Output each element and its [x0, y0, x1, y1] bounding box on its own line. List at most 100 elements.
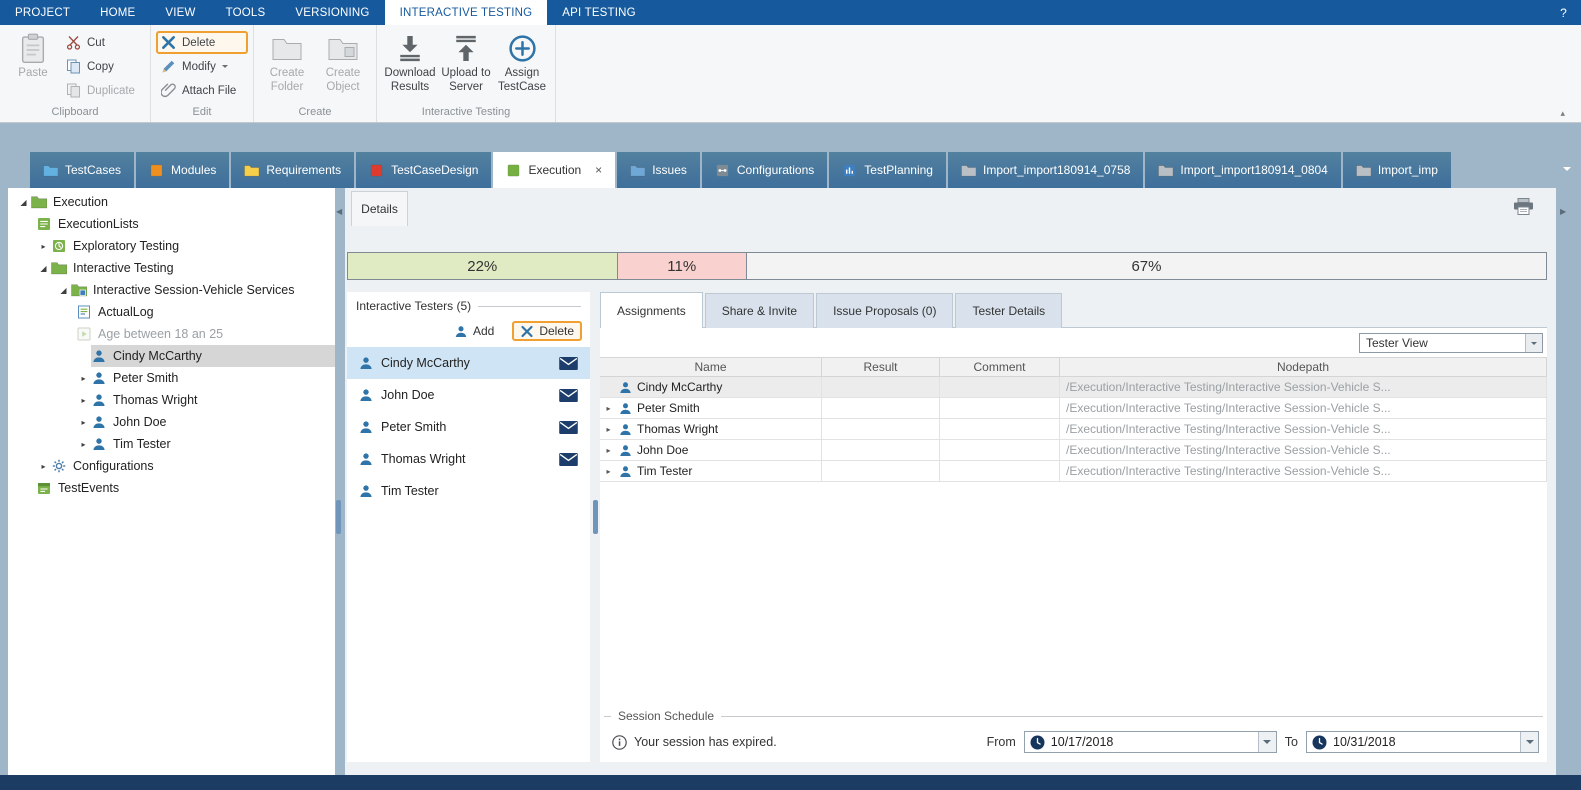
- tab-details[interactable]: Details: [351, 191, 408, 226]
- column-header-nodepath[interactable]: Nodepath: [1060, 358, 1547, 376]
- tree-item-tim-tester[interactable]: ▸Tim Tester: [8, 433, 335, 455]
- tree-item-label: ActualLog: [98, 305, 154, 319]
- copy-button[interactable]: Copy: [61, 55, 145, 78]
- assignment-row-john-doe[interactable]: ▸John Doe/Execution/Interactive Testing/…: [600, 440, 1547, 461]
- document-tab-testplanning[interactable]: TestPlanning: [829, 152, 946, 188]
- document-tab-modules[interactable]: Modules: [136, 152, 229, 188]
- chevron-down-icon[interactable]: [1520, 732, 1538, 752]
- assignment-row-cindy-mccarthy[interactable]: Cindy McCarthy/Execution/Interactive Tes…: [600, 377, 1547, 398]
- ribbon-collapse-icon[interactable]: ▴: [1560, 108, 1565, 119]
- tab-close-icon[interactable]: ×: [595, 163, 602, 177]
- nodepath-cell: /Execution/Interactive Testing/Interacti…: [1060, 377, 1546, 398]
- tree-collapsed-arrow-icon[interactable]: ▸: [76, 374, 91, 383]
- column-header-comment[interactable]: Comment: [940, 358, 1060, 376]
- row-expand-arrow-icon[interactable]: ▸: [603, 404, 614, 413]
- menu-item-project[interactable]: PROJECT: [0, 0, 85, 25]
- assignment-row-peter-smith[interactable]: ▸Peter Smith/Execution/Interactive Testi…: [600, 398, 1547, 419]
- tree-expanded-arrow-icon[interactable]: ◢: [36, 264, 51, 273]
- square-tab-icon: [506, 164, 521, 177]
- clock-icon: [1030, 735, 1045, 750]
- tree-item-peter-smith[interactable]: ▸Peter Smith: [8, 367, 335, 389]
- attach-file-button[interactable]: Attach File: [156, 79, 248, 102]
- print-button[interactable]: [1513, 198, 1534, 215]
- menu-item-versioning[interactable]: VERSIONING: [280, 0, 384, 25]
- modify-button[interactable]: Modify: [156, 55, 248, 78]
- tester-item-thomas-wright[interactable]: Thomas Wright: [347, 443, 590, 475]
- document-tab-issues[interactable]: Issues: [617, 152, 700, 188]
- panel-tab-issue-proposals-0[interactable]: Issue Proposals (0): [816, 293, 953, 328]
- help-button[interactable]: ?: [1546, 0, 1581, 25]
- panel-tab-tester-details[interactable]: Tester Details: [955, 293, 1062, 328]
- tree-item-exploratory-testing[interactable]: ▸Exploratory Testing: [8, 235, 335, 257]
- duplicate-button[interactable]: Duplicate: [61, 79, 145, 102]
- paste-button[interactable]: Paste: [5, 28, 61, 81]
- create-object-button[interactable]: Create Object: [315, 28, 371, 95]
- tree-item-label: ExecutionLists: [58, 217, 139, 231]
- column-header-name[interactable]: Name: [600, 358, 822, 376]
- tree-item-john-doe[interactable]: ▸John Doe: [8, 411, 335, 433]
- tree-collapsed-arrow-icon[interactable]: ▸: [76, 418, 91, 427]
- assign-testcase-button[interactable]: Assign TestCase: [494, 28, 550, 95]
- scroll-left-icon[interactable]: ◀: [336, 207, 342, 216]
- chevron-down-icon[interactable]: [1525, 334, 1542, 352]
- delete-tester-button[interactable]: Delete: [512, 321, 582, 341]
- cut-button[interactable]: Cut: [61, 31, 145, 54]
- tester-item-cindy-mccarthy[interactable]: Cindy McCarthy: [347, 347, 590, 379]
- document-tab-requirements[interactable]: Requirements: [231, 152, 354, 188]
- tree-expanded-arrow-icon[interactable]: ◢: [56, 286, 71, 295]
- tree-item-configurations[interactable]: ▸Configurations: [8, 455, 335, 477]
- tree-collapsed-arrow-icon[interactable]: ▸: [76, 440, 91, 449]
- tree-item-cindy-mccarthy[interactable]: Cindy McCarthy: [8, 345, 335, 367]
- tree-item-age-between-18-an-25[interactable]: Age between 18 an 25: [8, 323, 335, 345]
- menu-item-api-testing[interactable]: API TESTING: [547, 0, 651, 25]
- tree-expanded-arrow-icon[interactable]: ◢: [16, 198, 31, 207]
- tab-overflow-dropdown-icon[interactable]: [1563, 167, 1571, 175]
- tester-item-tim-tester[interactable]: Tim Tester: [347, 475, 590, 507]
- from-date-picker[interactable]: 10/17/2018: [1024, 731, 1277, 753]
- document-tab-import-import180914-0804[interactable]: Import_import180914_0804: [1145, 152, 1340, 188]
- tester-item-john-doe[interactable]: John Doe: [347, 379, 590, 411]
- tree-item-interactive-session-vehicle-services[interactable]: ◢Interactive Session-Vehicle Services: [8, 279, 335, 301]
- document-tab-execution[interactable]: Execution×: [493, 152, 615, 188]
- tree-item-testevents[interactable]: TestEvents: [8, 477, 335, 499]
- delete-button[interactable]: Delete: [156, 31, 248, 54]
- assignment-row-thomas-wright[interactable]: ▸Thomas Wright/Execution/Interactive Tes…: [600, 419, 1547, 440]
- assignment-row-tim-tester[interactable]: ▸Tim Tester/Execution/Interactive Testin…: [600, 461, 1547, 482]
- tester-item-peter-smith[interactable]: Peter Smith: [347, 411, 590, 443]
- menu-item-home[interactable]: HOME: [85, 0, 150, 25]
- tree-collapsed-arrow-icon[interactable]: ▸: [36, 462, 51, 471]
- splitter-handle[interactable]: [336, 500, 341, 534]
- tree-collapsed-arrow-icon[interactable]: ▸: [76, 396, 91, 405]
- panel-tab-share-invite[interactable]: Share & Invite: [705, 293, 814, 328]
- envelope-icon: [559, 389, 578, 402]
- tree-collapsed-arrow-icon[interactable]: ▸: [36, 242, 51, 251]
- scroll-right-icon[interactable]: ▶: [1560, 207, 1566, 216]
- document-tab-import-imp[interactable]: Import_imp: [1343, 152, 1451, 188]
- column-header-result[interactable]: Result: [822, 358, 940, 376]
- tree-item-actuallog[interactable]: ActualLog: [8, 301, 335, 323]
- upload-to-server-button[interactable]: Upload to Server: [438, 28, 494, 95]
- document-tab-import-import180914-0758[interactable]: Import_import180914_0758: [948, 152, 1143, 188]
- to-date-picker[interactable]: 10/31/2018: [1306, 731, 1539, 753]
- document-tab-configurations[interactable]: Configurations: [702, 152, 827, 188]
- menu-item-view[interactable]: VIEW: [150, 0, 210, 25]
- document-tab-testcasedesign[interactable]: TestCaseDesign: [356, 152, 491, 188]
- menu-item-interactive-testing[interactable]: INTERACTIVE TESTING: [385, 0, 548, 25]
- tree-item-executionlists[interactable]: ExecutionLists: [8, 213, 335, 235]
- add-tester-button[interactable]: Add: [446, 321, 502, 341]
- tree-item-interactive-testing[interactable]: ◢Interactive Testing: [8, 257, 335, 279]
- row-expand-arrow-icon[interactable]: ▸: [603, 446, 614, 455]
- tester-view-select[interactable]: Tester View: [1359, 333, 1543, 353]
- tree-item-thomas-wright[interactable]: ▸Thomas Wright: [8, 389, 335, 411]
- row-expand-arrow-icon[interactable]: ▸: [603, 425, 614, 434]
- document-tab-testcases[interactable]: TestCases: [30, 152, 134, 188]
- tree-item-execution[interactable]: ◢Execution: [8, 191, 335, 213]
- modify-dropdown-icon[interactable]: [222, 65, 228, 71]
- panel-tab-assignments[interactable]: Assignments: [600, 292, 703, 328]
- chevron-down-icon[interactable]: [1258, 732, 1276, 752]
- download-results-button[interactable]: Download Results: [382, 28, 438, 95]
- row-expand-arrow-icon[interactable]: ▸: [603, 467, 614, 476]
- create-folder-button[interactable]: Create Folder: [259, 28, 315, 95]
- splitter-handle[interactable]: [593, 500, 598, 534]
- menu-item-tools[interactable]: TOOLS: [211, 0, 281, 25]
